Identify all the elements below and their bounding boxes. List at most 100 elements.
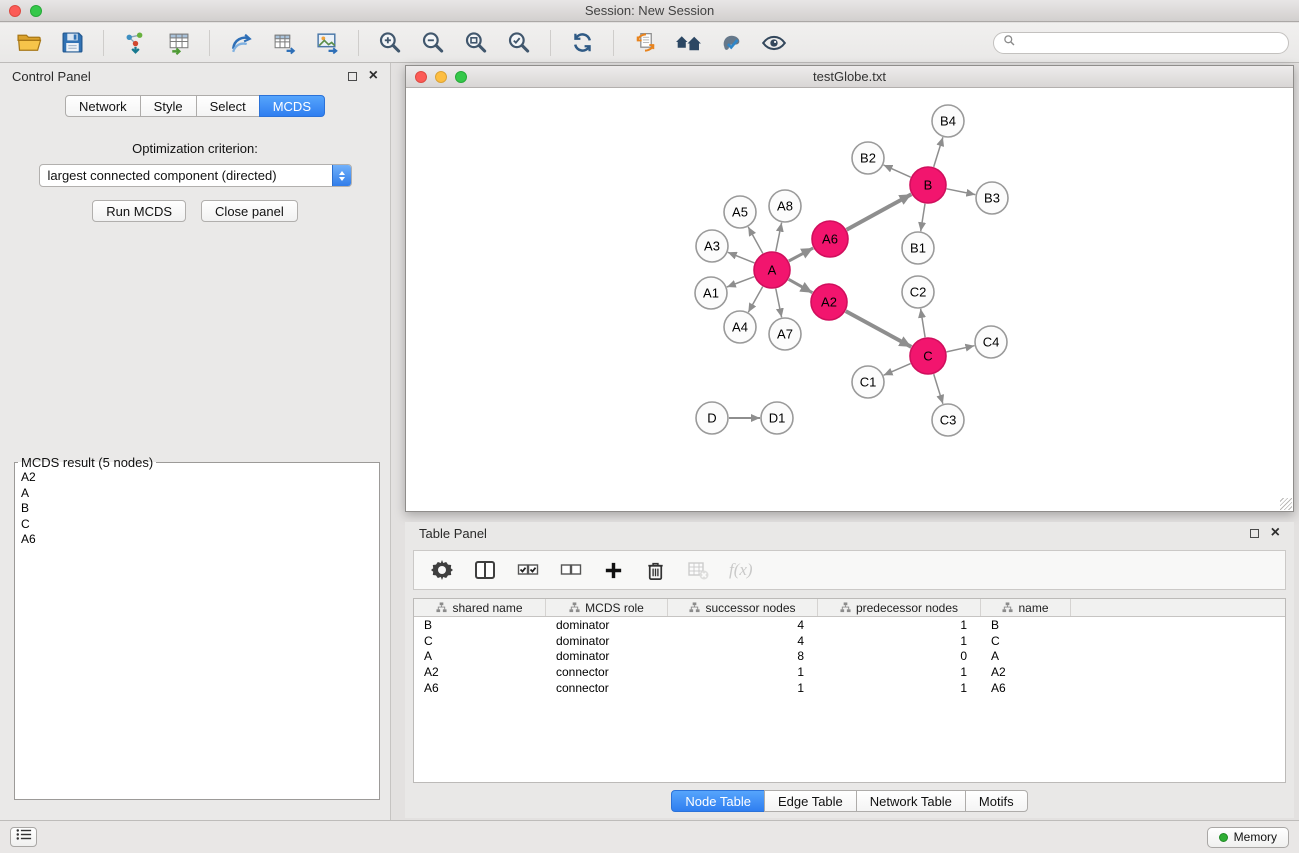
graph-edge-A-A8[interactable] (776, 223, 782, 252)
table-cell[interactable]: 8 (668, 649, 818, 663)
graph-node-A3[interactable]: A3 (696, 230, 728, 262)
table-row[interactable]: Bdominator41B (414, 617, 1285, 633)
show-columns-button[interactable] (473, 558, 497, 582)
zoom-selected-region-button[interactable] (500, 27, 538, 59)
graph-node-A2[interactable]: A2 (811, 284, 847, 320)
export-table-button[interactable] (265, 27, 303, 59)
table-cell[interactable]: A2 (981, 665, 1071, 679)
table-cell[interactable]: 1 (818, 665, 981, 679)
graph-edge-A-A7[interactable] (776, 289, 782, 318)
graph-node-A1[interactable]: A1 (695, 277, 727, 309)
close-panel-icon[interactable]: × (369, 68, 378, 84)
mcds-result-item[interactable]: B (15, 501, 379, 517)
search-input[interactable] (1022, 36, 1279, 50)
combo-spinner-icon[interactable] (332, 164, 351, 187)
graph-node-B4[interactable]: B4 (932, 105, 964, 137)
table-row[interactable]: Cdominator41C (414, 633, 1285, 649)
table-cell[interactable]: B (981, 618, 1071, 632)
table-cell[interactable]: A2 (414, 665, 546, 679)
tab-mcds[interactable]: MCDS (259, 95, 325, 117)
table-tab-motifs[interactable]: Motifs (965, 790, 1028, 812)
apply-preferred-layout-button[interactable] (563, 27, 601, 59)
graph-node-A8[interactable]: A8 (769, 190, 801, 222)
table-cell[interactable]: 4 (668, 634, 818, 648)
table-cell[interactable]: C (981, 634, 1071, 648)
column-header-shared-name[interactable]: shared name (414, 599, 546, 616)
graph-edge-A2-C[interactable] (846, 311, 912, 347)
tab-style[interactable]: Style (140, 95, 197, 117)
table-cell[interactable]: A6 (981, 681, 1071, 695)
network-minimize-button[interactable] (435, 71, 447, 83)
zoom-out-button[interactable] (414, 27, 452, 59)
mcds-result-item[interactable]: C (15, 517, 379, 533)
column-header-mcds-role[interactable]: MCDS role (546, 599, 668, 616)
graph-node-C3[interactable]: C3 (932, 404, 964, 436)
network-zoom-button[interactable] (455, 71, 467, 83)
column-header-successor-nodes[interactable]: successor nodes (668, 599, 818, 616)
import-network-from-file-button[interactable] (116, 27, 154, 59)
zoom-in-button[interactable] (371, 27, 409, 59)
column-header-predecessor-nodes[interactable]: predecessor nodes (818, 599, 981, 616)
table-cell[interactable]: 1 (668, 665, 818, 679)
select-all-rows-button[interactable] (516, 558, 540, 582)
table-cell[interactable]: dominator (546, 618, 668, 632)
table-cell[interactable]: dominator (546, 634, 668, 648)
search-box[interactable] (993, 32, 1289, 54)
network-graph[interactable]: AA6A2BCA5A8A3A1A4A7B2B4B3B1C2C4C1C3DD1 (406, 88, 1293, 511)
graph-node-B1[interactable]: B1 (902, 232, 934, 264)
save-session-button[interactable] (53, 27, 91, 59)
graph-edge-A6-B[interactable] (847, 194, 912, 230)
create-new-column-button[interactable] (602, 559, 625, 582)
graph-edge-C-C2[interactable] (921, 309, 926, 337)
show-hide-elements-button[interactable] (755, 27, 793, 59)
graph-node-C[interactable]: C (910, 338, 946, 374)
graph-node-A5[interactable]: A5 (724, 196, 756, 228)
zoom-window-button[interactable] (30, 5, 42, 17)
network-close-button[interactable] (415, 71, 427, 83)
table-tab-network-table[interactable]: Network Table (856, 790, 966, 812)
resize-grip[interactable] (1280, 498, 1292, 510)
zoom-fit-content-button[interactable] (457, 27, 495, 59)
table-cell[interactable]: 1 (818, 681, 981, 695)
table-cell[interactable]: 0 (818, 649, 981, 663)
graph-edge-B-B3[interactable] (947, 189, 976, 195)
table-cell[interactable]: dominator (546, 649, 668, 663)
table-row[interactable]: Adominator80A (414, 649, 1285, 665)
table-cell[interactable]: 1 (668, 681, 818, 695)
table-cell[interactable]: C (414, 634, 546, 648)
graph-node-A7[interactable]: A7 (769, 318, 801, 350)
close-window-button[interactable] (9, 5, 21, 17)
table-row[interactable]: A6connector11A6 (414, 680, 1285, 696)
optimization-criterion-select[interactable]: largest connected component (directed) (39, 164, 352, 187)
graph-node-B2[interactable]: B2 (852, 142, 884, 174)
graph-node-D[interactable]: D (696, 402, 728, 434)
table-cell[interactable]: A (414, 649, 546, 663)
graph-node-C1[interactable]: C1 (852, 366, 884, 398)
open-session-button[interactable] (10, 27, 48, 59)
table-cell[interactable]: B (414, 618, 546, 632)
table-cell[interactable]: connector (546, 681, 668, 695)
memory-button[interactable]: Memory (1207, 827, 1289, 848)
graph-edge-A-A4[interactable] (748, 287, 762, 313)
graph-edge-C-C4[interactable] (947, 346, 975, 352)
delete-columns-button[interactable] (644, 559, 667, 582)
tab-select[interactable]: Select (196, 95, 260, 117)
graph-edge-A-A5[interactable] (748, 227, 763, 254)
table-cell[interactable]: 1 (818, 618, 981, 632)
graph-edge-B-B4[interactable] (934, 137, 943, 167)
mcds-result-item[interactable]: A2 (15, 470, 379, 486)
tab-network[interactable]: Network (65, 95, 141, 117)
graph-node-C4[interactable]: C4 (975, 326, 1007, 358)
graph-node-C2[interactable]: C2 (902, 276, 934, 308)
graph-edge-A-A1[interactable] (727, 277, 754, 287)
table-tab-node-table[interactable]: Node Table (671, 790, 765, 812)
column-header-name[interactable]: name (981, 599, 1071, 616)
table-settings-button[interactable] (430, 558, 454, 582)
graph-edge-B-B2[interactable] (884, 165, 911, 177)
apply-style-button[interactable] (712, 27, 750, 59)
graph-node-B3[interactable]: B3 (976, 182, 1008, 214)
show-all-button[interactable] (669, 27, 707, 59)
mcds-result-item[interactable]: A6 (15, 532, 379, 548)
table-cell[interactable]: connector (546, 665, 668, 679)
graph-edge-A-A2[interactable] (789, 279, 813, 292)
